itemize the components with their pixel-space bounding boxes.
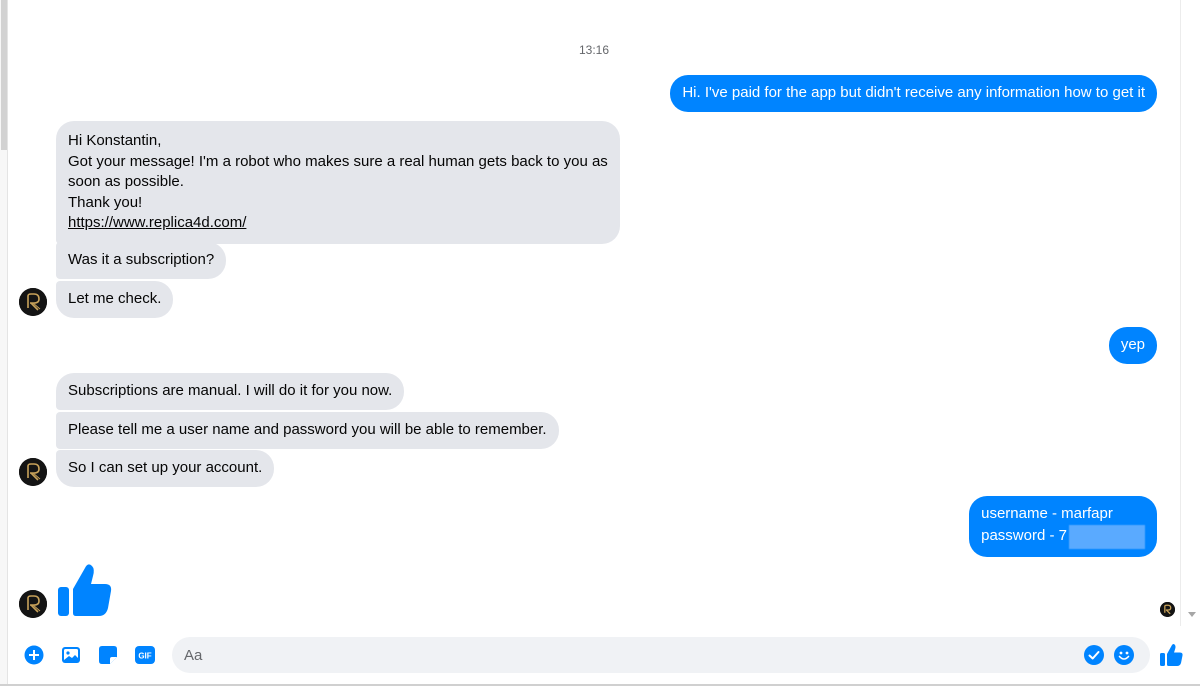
- replica-logo-icon: [19, 458, 47, 486]
- message-input[interactable]: [184, 637, 1074, 673]
- gif-button[interactable]: GIF: [135, 645, 155, 665]
- message-text: password - 7: [981, 527, 1067, 545]
- incoming-message[interactable]: Subscriptions are manual. I will do it f…: [56, 373, 405, 410]
- incoming-message[interactable]: Let me check.: [56, 281, 174, 318]
- incoming-message[interactable]: So I can set up your account.: [56, 450, 275, 487]
- message-composer: GIF: [8, 626, 1200, 684]
- left-scrollbar-thumb[interactable]: [1, 0, 7, 150]
- plus-icon: [24, 645, 44, 665]
- message-input-wrapper[interactable]: [172, 637, 1150, 673]
- incoming-message[interactable]: Hi Konstantin, Got your message! I'm a r…: [56, 121, 620, 244]
- like-icon: [1160, 644, 1183, 666]
- incoming-message[interactable]: Was it a subscription?: [56, 242, 227, 279]
- replica-logo-icon: [19, 590, 47, 618]
- emoji-button[interactable]: [1114, 645, 1134, 665]
- message-text: username - marfapr: [981, 505, 1113, 522]
- emoji-icon: [1114, 645, 1134, 665]
- message-text: Was it a subscription?: [68, 251, 215, 268]
- message-text: Hi Konstantin,: [68, 132, 162, 149]
- message-text: soon as possible.: [68, 173, 184, 190]
- website-link[interactable]: https://www.replica4d.com/: [68, 214, 246, 231]
- contact-avatar[interactable]: [19, 458, 47, 486]
- message-text: Subscriptions are manual. I will do it f…: [68, 382, 393, 399]
- replica-logo-icon: [19, 288, 47, 316]
- message-text: So I can set up your account.: [68, 459, 263, 476]
- incoming-message[interactable]: Please tell me a user name and password …: [56, 412, 559, 449]
- left-scrollbar[interactable]: [0, 0, 8, 686]
- sticker-button[interactable]: [98, 645, 118, 665]
- message-timestamp: 13:16: [578, 43, 610, 57]
- outgoing-message[interactable]: Hi. I've paid for the app but didn't rec…: [670, 75, 1157, 112]
- message-text: Thank you!: [68, 193, 143, 211]
- thumbs-up-sticker[interactable]: [56, 562, 112, 623]
- message-text: Got your message! I'm a robot who makes …: [68, 152, 608, 170]
- gif-label: GIF: [138, 652, 151, 661]
- gif-icon: GIF: [135, 646, 155, 664]
- contact-avatar[interactable]: [19, 288, 47, 316]
- outgoing-message[interactable]: username - marfapr password - 7: [969, 496, 1157, 557]
- thumbs-up-icon: [58, 564, 112, 616]
- sticker-icon: [99, 646, 117, 664]
- scroll-down-arrow-icon[interactable]: [1188, 612, 1196, 617]
- replica-logo-icon: [1160, 602, 1175, 617]
- photo-icon: [62, 647, 80, 663]
- outgoing-message[interactable]: yep: [1108, 327, 1157, 364]
- check-button[interactable]: [1084, 645, 1104, 665]
- message-text: Hi. I've paid for the app but didn't rec…: [682, 84, 1145, 101]
- photo-button[interactable]: [61, 645, 81, 665]
- message-text: yep: [1120, 336, 1145, 353]
- like-button[interactable]: [1159, 643, 1183, 667]
- redaction-box: [1069, 524, 1145, 549]
- check-circle-icon: [1084, 645, 1104, 665]
- message-text: Please tell me a user name and password …: [68, 421, 547, 438]
- thread-scrollbar[interactable]: [1180, 0, 1200, 626]
- message-thread: 13:16 Hi. I've paid for the app but didn…: [8, 0, 1180, 626]
- contact-avatar[interactable]: [19, 590, 47, 618]
- message-text: Let me check.: [68, 290, 162, 307]
- plus-button[interactable]: [24, 645, 44, 665]
- seen-indicator-avatar: [1160, 602, 1175, 617]
